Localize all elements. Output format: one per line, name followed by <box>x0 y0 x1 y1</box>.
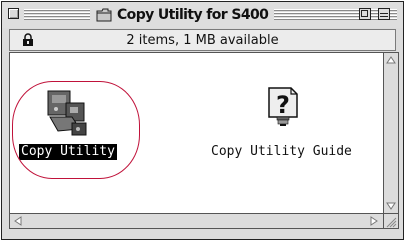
folder-icon <box>96 8 112 22</box>
annotation-circle <box>12 81 140 179</box>
scroll-up-arrow-icon[interactable] <box>386 56 396 64</box>
resize-grip[interactable] <box>384 214 399 229</box>
title-bar[interactable]: Copy Utility for S400 <box>2 2 403 28</box>
vertical-scrollbar[interactable] <box>384 52 399 214</box>
list-item[interactable]: ? <box>265 87 299 127</box>
window-title-text: Copy Utility for S400 <box>117 7 269 23</box>
scroll-left-arrow-icon[interactable] <box>14 216 22 226</box>
info-bar: 2 items, 1 MB available <box>9 29 396 51</box>
resize-grip-icon[interactable] <box>384 215 398 229</box>
help-document-icon: ? <box>268 87 298 126</box>
item-label-copy-utility-guide[interactable]: Copy Utility Guide <box>211 144 352 160</box>
collapse-box[interactable] <box>378 8 390 20</box>
svg-text:?: ? <box>276 91 290 119</box>
close-box[interactable] <box>8 8 19 19</box>
scroll-right-arrow-icon[interactable] <box>370 216 378 226</box>
info-text: 2 items, 1 MB available <box>126 33 279 48</box>
scroll-down-arrow-icon[interactable] <box>386 202 396 210</box>
zoom-box[interactable] <box>359 8 371 20</box>
window-title: Copy Utility for S400 <box>90 4 275 26</box>
horizontal-scrollbar[interactable] <box>9 214 384 229</box>
finder-window: Copy Utility for S400 2 items, 1 MB avai… <box>1 1 404 240</box>
